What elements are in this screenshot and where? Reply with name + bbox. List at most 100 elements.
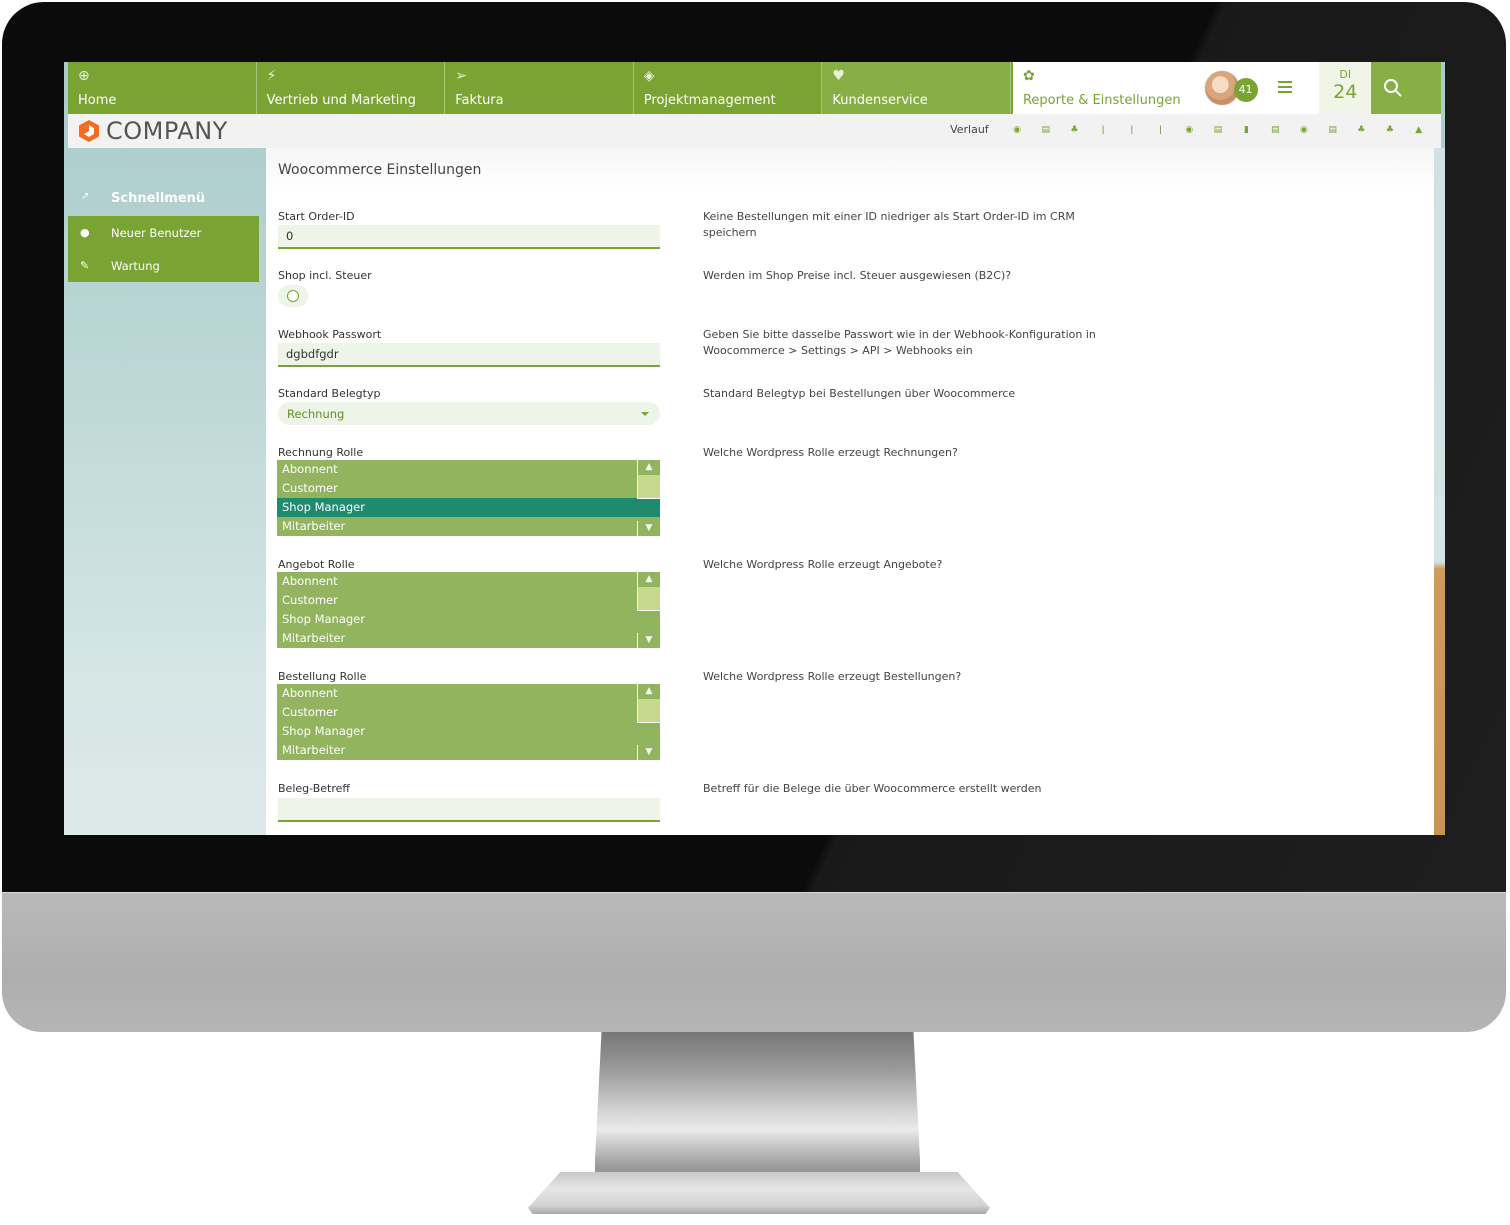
thermometer-icon[interactable]: ǀ — [1146, 125, 1175, 135]
thermometer-icon[interactable]: ǀ — [1117, 125, 1146, 135]
invoice-role-label: Rechnung Rolle — [278, 446, 364, 459]
document-icon[interactable]: ▤ — [1261, 125, 1290, 135]
default-doc-type-select[interactable]: Rechnung — [278, 402, 660, 425]
user-area: 41 — [1199, 62, 1320, 114]
scrollbar-thumb[interactable] — [637, 699, 660, 723]
offer-role-listbox[interactable]: Abonnent Customer Shop Manager Mitarbeit… — [277, 572, 660, 648]
invoice-role-help: Welche Wordpress Rolle erzeugt Rechnunge… — [703, 446, 958, 459]
award-icon[interactable]: ♣ — [1060, 125, 1089, 135]
shop-incl-tax-help: Werden im Shop Preise incl. Steuer ausge… — [703, 269, 1012, 282]
nav-tab-project-management[interactable]: ◈ Projektmanagement — [633, 62, 823, 114]
chevron-down-icon[interactable]: ▼ — [637, 745, 660, 760]
soccer-ball-icon[interactable]: ◉ — [1003, 125, 1032, 135]
shop-incl-tax-toggle[interactable] — [278, 285, 308, 307]
chevron-up-icon[interactable]: ▲ — [637, 460, 660, 475]
listbox-option[interactable]: Abonnent — [277, 684, 634, 703]
nav-tab-label: Kundenservice — [832, 93, 928, 108]
listbox-option-selected[interactable]: Shop Manager — [277, 498, 660, 517]
chevron-down-icon[interactable]: ▼ — [637, 633, 660, 648]
listbox-option[interactable]: Shop Manager — [277, 722, 634, 741]
soccer-ball-icon[interactable]: ◉ — [1175, 125, 1204, 135]
hamburger-menu-icon[interactable] — [1277, 81, 1292, 93]
trend-icon: ↗ — [81, 191, 90, 202]
invoice-role-listbox[interactable]: Abonnent Customer Shop Manager Mitarbeit… — [277, 460, 660, 536]
heart-icon: ♥ — [832, 68, 845, 84]
listbox-option[interactable]: Mitarbeiter — [277, 517, 634, 536]
webhook-password-input[interactable] — [278, 343, 660, 367]
listbox-option[interactable]: Mitarbeiter — [277, 741, 634, 760]
order-role-help: Welche Wordpress Rolle erzeugt Bestellun… — [703, 670, 962, 683]
settings-panel: Woocommerce Einstellungen Start Order-ID… — [266, 148, 1434, 835]
offer-role-label: Angebot Rolle — [278, 558, 355, 571]
date-day: 24 — [1333, 81, 1358, 103]
soccer-ball-icon[interactable]: ◉ — [1290, 125, 1319, 135]
monitor-stand-base — [528, 1172, 990, 1214]
monitor-stand-neck — [595, 1032, 920, 1182]
listbox-option[interactable]: Shop Manager — [277, 610, 634, 629]
book-icon[interactable]: ▮ — [1232, 125, 1261, 135]
listbox-scrollbar[interactable]: ▲ ▼ — [635, 460, 660, 536]
date-weekday: DI — [1339, 68, 1352, 81]
award-icon[interactable]: ♣ — [1376, 125, 1405, 135]
sidebar: ↗ Schnellmenü ● Neuer Benutzer ✎ Wartung — [68, 148, 268, 835]
thermometer-icon[interactable]: ǀ — [1089, 125, 1118, 135]
logo-mark-icon — [79, 120, 99, 142]
offer-role-help: Welche Wordpress Rolle erzeugt Angebote? — [703, 558, 943, 571]
search-button[interactable] — [1371, 62, 1442, 114]
notification-badge[interactable]: 41 — [1233, 78, 1258, 102]
calculator-icon[interactable]: ▤ — [1031, 125, 1060, 135]
sidebar-item-maintenance[interactable]: ✎ Wartung — [68, 249, 259, 282]
nav-tab-label: Projektmanagement — [643, 93, 776, 108]
start-order-id-input[interactable] — [278, 225, 660, 249]
listbox-option[interactable]: Abonnent — [277, 460, 634, 479]
listbox-option[interactable]: Customer — [277, 479, 634, 498]
webhook-password-label: Webhook Passwort — [278, 328, 382, 341]
scrollbar-thumb[interactable] — [637, 587, 660, 611]
sidebar-item-new-user[interactable]: ● Neuer Benutzer — [68, 216, 259, 249]
nav-tab-home[interactable]: ⊕ Home — [68, 62, 257, 114]
quick-menu-title: ↗ Schnellmenü — [81, 191, 205, 206]
cube-icon: ◈ — [643, 68, 655, 84]
company-logo[interactable]: COMPANY — [77, 117, 228, 145]
nav-tab-faktura[interactable]: ➢ Faktura — [445, 62, 634, 114]
nav-tab-sales-marketing[interactable]: ⚡ Vertrieb und Marketing — [256, 62, 446, 114]
start-order-id-label: Start Order-ID — [278, 210, 355, 223]
listbox-option[interactable]: Mitarbeiter — [277, 629, 634, 648]
nav-tab-customer-service[interactable]: ♥ Kundenservice — [822, 62, 1011, 114]
scrollbar-thumb[interactable] — [637, 475, 660, 499]
brand-name: COMPANY — [106, 117, 228, 145]
listbox-option[interactable]: Customer — [277, 591, 634, 610]
quick-menu: ● Neuer Benutzer ✎ Wartung — [68, 216, 259, 282]
rocket-icon[interactable]: ▲ — [1404, 125, 1433, 135]
toggle-knob — [287, 290, 299, 302]
sub-header: COMPANY Verlauf ◉ ▤ ♣ ǀ ǀ ǀ ◉ ▤ ▮ ▤ ◉ ▤ … — [68, 114, 1441, 148]
nav-tab-reports-settings[interactable]: ✿ Reporte & Einstellungen — [1010, 62, 1200, 114]
page-title: Woocommerce Einstellungen — [266, 148, 1434, 192]
screen: ⊕ Home ⚡ Vertrieb und Marketing ➢ Faktur… — [64, 62, 1445, 835]
globe-icon: ⊕ — [78, 68, 90, 84]
user-icon: ● — [80, 226, 90, 239]
history-bar: Verlauf ◉ ▤ ♣ ǀ ǀ ǀ ◉ ▤ ▮ ▤ ◉ ▤ ♣ ♣ ▲ — [950, 123, 1433, 136]
chevron-up-icon[interactable]: ▲ — [637, 572, 660, 587]
listbox-scrollbar[interactable]: ▲ ▼ — [635, 572, 660, 648]
order-role-label: Bestellung Rolle — [278, 670, 367, 683]
sidebar-item-label: Neuer Benutzer — [111, 225, 202, 240]
listbox-scrollbar[interactable]: ▲ ▼ — [635, 684, 660, 760]
nav-tab-label: Reporte & Einstellungen — [1022, 93, 1181, 108]
doc-subject-help: Betreff für die Belege die über Woocomme… — [703, 782, 1042, 795]
document-icon[interactable]: ▤ — [1318, 125, 1347, 135]
chevron-up-icon[interactable]: ▲ — [637, 684, 660, 699]
default-doc-type-help: Standard Belegtyp bei Bestellungen über … — [703, 387, 1016, 400]
order-role-listbox[interactable]: Abonnent Customer Shop Manager Mitarbeit… — [277, 684, 660, 760]
quick-menu-label: Schnellmenü — [111, 191, 206, 206]
nav-tab-label: Vertrieb und Marketing — [266, 93, 416, 108]
doc-subject-label: Beleg-Betreff — [278, 782, 350, 795]
doc-subject-input[interactable] — [278, 798, 660, 822]
listbox-option[interactable]: Customer — [277, 703, 634, 722]
listbox-option[interactable]: Abonnent — [277, 572, 634, 591]
document-icon[interactable]: ▤ — [1204, 125, 1233, 135]
chevron-down-icon[interactable]: ▼ — [637, 521, 660, 536]
date-widget[interactable]: DI 24 — [1319, 62, 1372, 114]
award-icon[interactable]: ♣ — [1347, 125, 1376, 135]
top-navigation: ⊕ Home ⚡ Vertrieb und Marketing ➢ Faktur… — [68, 62, 1442, 114]
